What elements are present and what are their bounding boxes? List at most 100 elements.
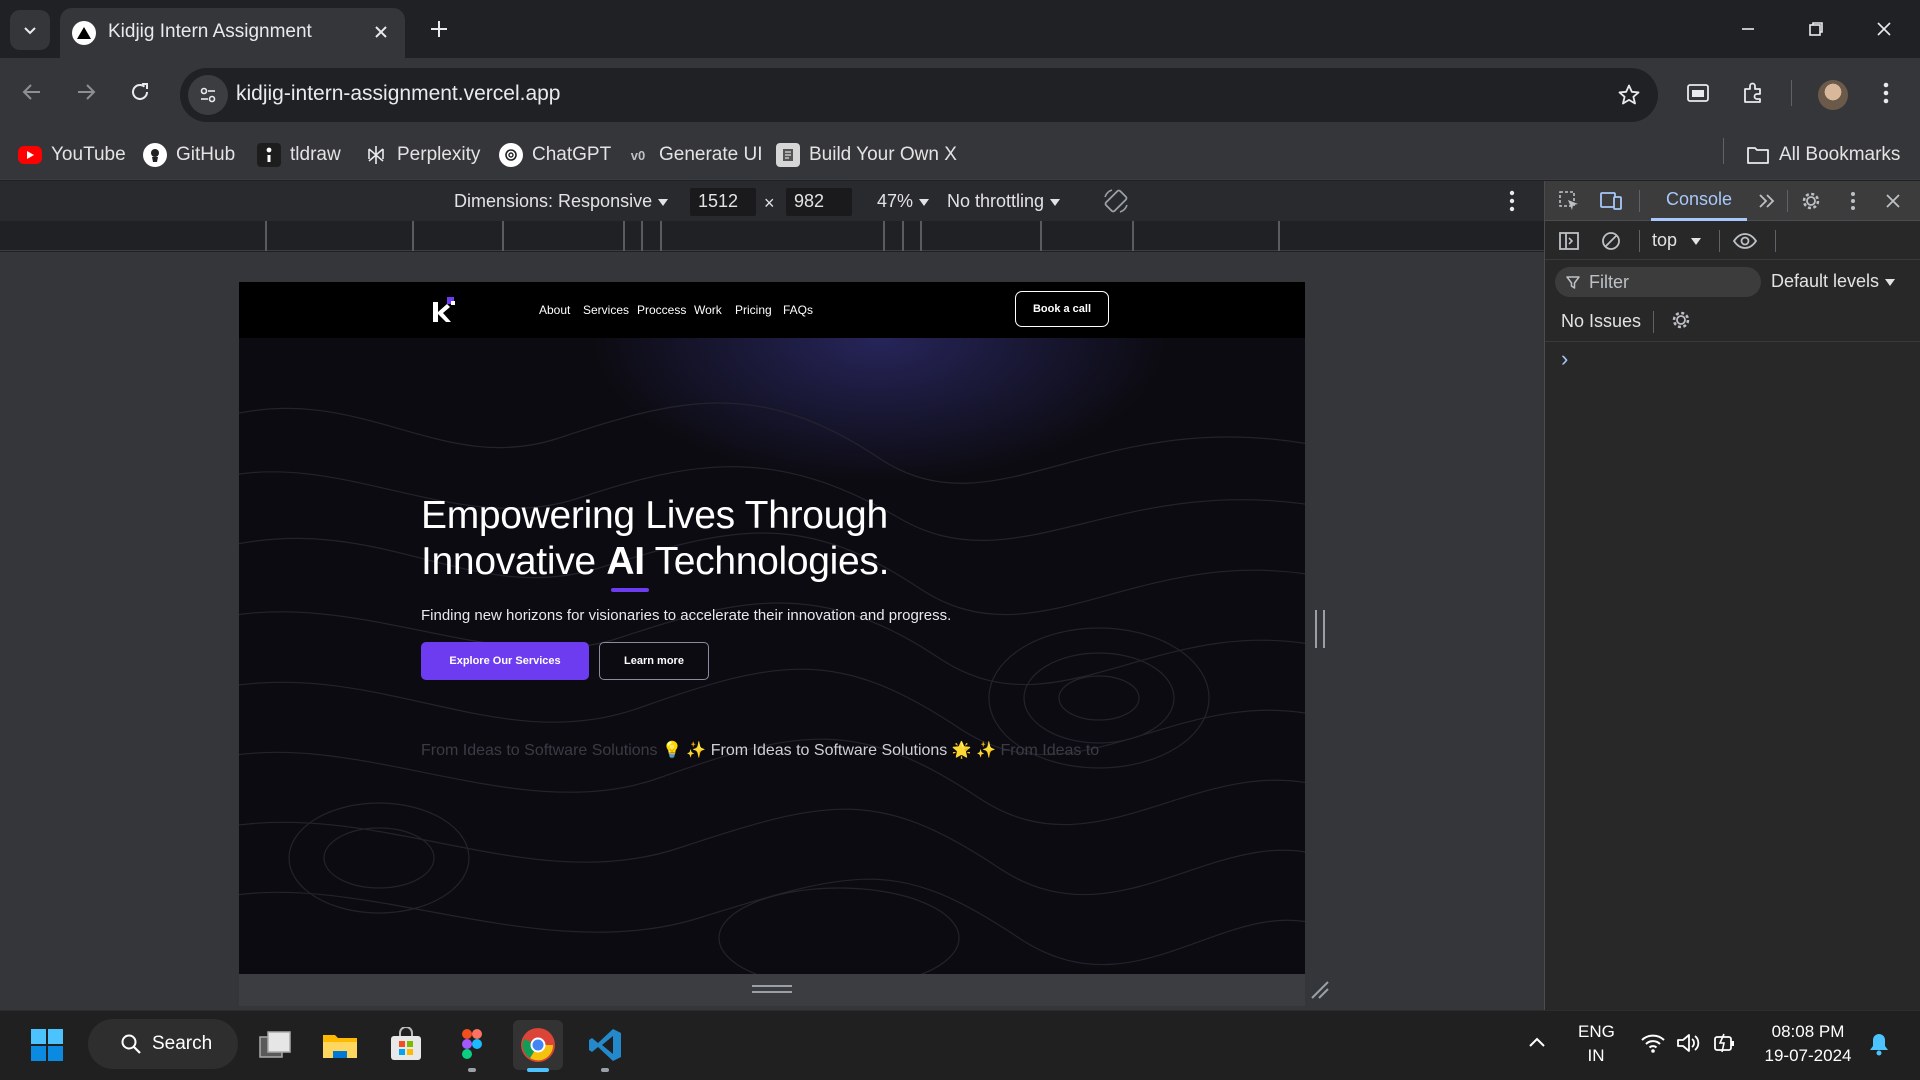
windows-start-icon[interactable] [22, 1020, 72, 1070]
clock-date[interactable]: 19-07-2024 [1758, 1046, 1858, 1066]
nav-pricing[interactable]: Pricing [735, 303, 772, 317]
chrome-icon[interactable] [513, 1020, 563, 1070]
bookmark-youtube[interactable]: YouTube [18, 138, 126, 172]
minimize-button[interactable] [1718, 6, 1778, 52]
book-call-button[interactable]: Book a call [1015, 291, 1109, 327]
more-tabs-icon[interactable] [1753, 187, 1781, 215]
devtools-menu-icon[interactable] [1839, 187, 1867, 215]
kidjig-logo-icon[interactable] [431, 296, 459, 324]
log-levels-label: Default levels [1771, 271, 1880, 291]
chevron-up-icon[interactable] [1526, 1032, 1548, 1054]
console-filter-input[interactable]: Filter [1555, 267, 1761, 297]
nav-work[interactable]: Work [694, 303, 722, 317]
media-query-marker[interactable] [641, 221, 643, 251]
sidebar-toggle-icon[interactable] [1555, 227, 1583, 255]
close-devtools-icon[interactable] [1879, 187, 1907, 215]
language-region[interactable]: IN [1578, 1046, 1614, 1066]
tldraw-icon [257, 143, 281, 167]
media-query-marker[interactable] [623, 221, 625, 251]
all-bookmarks-label: All Bookmarks [1779, 144, 1901, 165]
console-prompt[interactable]: › [1561, 346, 1568, 372]
url-text[interactable]: kidjig-intern-assignment.vercel.app [236, 82, 561, 106]
media-query-marker[interactable] [265, 221, 267, 251]
bookmark-chatgpt[interactable]: ChatGPT [499, 138, 611, 172]
new-tab-button[interactable] [422, 12, 456, 46]
search-icon [121, 1034, 141, 1054]
figma-icon[interactable] [447, 1020, 497, 1070]
volume-icon[interactable] [1676, 1032, 1702, 1054]
reload-button[interactable] [120, 72, 160, 112]
throttling-select[interactable]: No throttling [947, 191, 1061, 212]
media-query-marker[interactable] [1278, 221, 1280, 251]
media-query-marker[interactable] [412, 221, 414, 251]
language-code[interactable]: ENG [1578, 1022, 1615, 1042]
task-view-icon[interactable] [250, 1020, 300, 1070]
height-input[interactable]: 982 [786, 188, 852, 216]
tab-close-icon[interactable] [369, 20, 393, 44]
media-query-marker[interactable] [1040, 221, 1042, 251]
microsoft-store-icon[interactable] [381, 1020, 431, 1070]
context-select[interactable]: top [1652, 230, 1702, 251]
tab-search-button[interactable] [10, 10, 50, 50]
dimensions-select[interactable]: Dimensions: Responsive [454, 191, 669, 212]
clear-console-icon[interactable] [1597, 227, 1625, 255]
viewport-resize-handle-right[interactable] [1315, 610, 1325, 648]
live-expression-eye-icon[interactable] [1731, 227, 1759, 255]
address-bar[interactable]: kidjig-intern-assignment.vercel.app [180, 68, 1658, 122]
caret-down-icon [1691, 237, 1702, 245]
emulated-page: About Services Proccess Work Pricing FAQ… [239, 282, 1305, 974]
back-button[interactable] [12, 72, 52, 112]
picture-in-picture-icon[interactable] [1679, 74, 1717, 112]
nav-services[interactable]: Services [583, 303, 629, 317]
media-query-marker[interactable] [902, 221, 904, 251]
nav-process[interactable]: Proccess [637, 303, 686, 317]
log-levels-select[interactable]: Default levels [1771, 271, 1896, 292]
profile-avatar[interactable] [1818, 80, 1848, 110]
media-query-marker[interactable] [883, 221, 885, 251]
bookmark-generate-ui[interactable]: v0 Generate UI [626, 138, 763, 172]
learn-more-button[interactable]: Learn more [599, 642, 709, 680]
rotate-icon[interactable] [1102, 187, 1130, 215]
settings-gear-icon[interactable] [1797, 187, 1825, 215]
forward-button[interactable] [66, 72, 106, 112]
bookmark-build-your-own-x[interactable]: Build Your Own X [776, 138, 957, 172]
clock-time[interactable]: 08:08 PM [1758, 1022, 1858, 1042]
media-query-marker[interactable] [660, 221, 662, 251]
devtools-divider [1775, 230, 1776, 252]
wifi-icon[interactable] [1640, 1032, 1666, 1054]
restore-button[interactable] [1786, 6, 1846, 52]
zoom-select[interactable]: 47% [877, 191, 930, 212]
device-toggle-icon[interactable] [1597, 187, 1625, 215]
viewport-resize-handle-bottom[interactable] [752, 985, 792, 993]
chrome-menu-icon[interactable] [1867, 74, 1905, 112]
tab-console[interactable]: Console [1651, 181, 1747, 221]
nav-faqs[interactable]: FAQs [783, 303, 813, 317]
width-input[interactable]: 1512 [690, 188, 756, 216]
site-info-icon[interactable] [188, 75, 228, 115]
inspect-element-icon[interactable] [1555, 187, 1583, 215]
media-query-marker[interactable] [920, 221, 922, 251]
no-issues-label[interactable]: No Issues [1561, 311, 1641, 332]
bookmark-star-icon[interactable] [1614, 80, 1644, 110]
media-query-marker[interactable] [1132, 221, 1134, 251]
resize-corner-icon[interactable] [1308, 978, 1330, 1000]
active-tab[interactable]: Kidjig Intern Assignment [60, 8, 405, 58]
device-toolbar-menu-icon[interactable] [1509, 190, 1515, 212]
vscode-icon[interactable] [580, 1020, 630, 1070]
file-explorer-icon[interactable] [315, 1020, 365, 1070]
nav-about[interactable]: About [539, 303, 570, 317]
bookmark-perplexity[interactable]: Perplexity [364, 138, 480, 172]
all-bookmarks[interactable]: All Bookmarks [1746, 138, 1900, 172]
close-window-button[interactable] [1854, 6, 1914, 52]
battery-charging-icon[interactable] [1712, 1032, 1738, 1054]
console-settings-icon[interactable] [1667, 306, 1695, 334]
bookmark-github[interactable]: GitHub [143, 138, 235, 172]
explore-services-button[interactable]: Explore Our Services [421, 642, 589, 680]
site-navbar: About Services Proccess Work Pricing FAQ… [239, 282, 1305, 338]
taskbar-search[interactable]: Search [88, 1019, 238, 1069]
media-query-marker[interactable] [502, 221, 504, 251]
devtools-divider [1787, 190, 1788, 212]
notification-bell-icon[interactable] [1868, 1032, 1890, 1056]
extensions-icon[interactable] [1734, 74, 1772, 112]
bookmark-tldraw[interactable]: tldraw [257, 138, 341, 172]
